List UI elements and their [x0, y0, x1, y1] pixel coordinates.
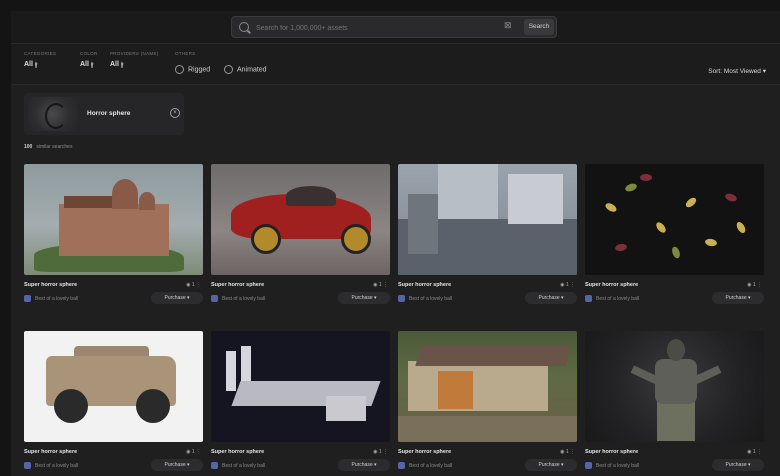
asset-author[interactable]: Best of a lovely ball	[585, 295, 639, 302]
checkbox-icon[interactable]	[224, 65, 233, 74]
filter-providers[interactable]: PROVIDERS (NAME) All ▾	[110, 51, 159, 68]
asset-author[interactable]: Best of a lovely ball	[211, 462, 265, 469]
purchase-button[interactable]: Purchase ▾	[338, 292, 390, 304]
purchase-button[interactable]: Purchase ▾	[151, 292, 203, 304]
clear-icon[interactable]: ⊠	[504, 20, 512, 31]
asset-thumbnail[interactable]	[24, 331, 203, 442]
filter-color[interactable]: COLOR All ▾	[80, 51, 98, 68]
search-bar[interactable]: ⊠ Search	[231, 16, 557, 38]
selected-name: Horror sphere	[87, 110, 131, 117]
similar-searches: 100 similar searches	[24, 144, 72, 150]
asset-title[interactable]: Super horror sphere	[211, 282, 264, 288]
asset-thumbnail[interactable]	[24, 164, 203, 275]
asset-card[interactable]: Super horror sphere ◉ 1 ⋮ Best of a love…	[398, 331, 577, 471]
chevron-down-icon: ▾	[762, 68, 766, 75]
filter-others: OTHERS	[175, 51, 196, 56]
filter-label: OTHERS	[175, 51, 196, 56]
avatar	[211, 295, 218, 302]
asset-title[interactable]: Super horror sphere	[211, 449, 264, 455]
purchase-button[interactable]: Purchase ▾	[525, 292, 577, 304]
checkbox-rigged[interactable]: Rigged	[175, 65, 210, 74]
asset-card[interactable]: Super horror sphere ◉ 1 ⋮ Best of a love…	[211, 164, 390, 304]
checkbox-animated[interactable]: Animated	[224, 65, 267, 74]
asset-thumbnail[interactable]	[398, 164, 577, 275]
avatar	[211, 462, 218, 469]
asset-card[interactable]: Super horror sphere ◉ 1 ⋮ Best of a love…	[585, 164, 764, 304]
asset-title[interactable]: Super horror sphere	[585, 282, 638, 288]
asset-author[interactable]: Best of a lovely ball	[211, 295, 265, 302]
filter-categories[interactable]: CATEGORIES All ▾	[24, 51, 56, 68]
like-count: ◉ 1 ⋮	[373, 282, 388, 288]
filter-label: CATEGORIES	[24, 51, 57, 56]
top-bar: ⊠ Search	[11, 11, 780, 44]
purchase-button[interactable]: Purchase ▾	[151, 459, 203, 471]
purchase-button[interactable]: Purchase ▾	[712, 292, 764, 304]
remove-icon[interactable]: ×	[170, 108, 180, 118]
filter-value[interactable]: All ▾	[24, 61, 56, 68]
asset-thumbnail[interactable]	[585, 331, 764, 442]
search-input[interactable]	[254, 20, 488, 36]
like-count: ◉ 1 ⋮	[186, 449, 201, 455]
asset-author[interactable]: Best of a lovely ball	[24, 295, 78, 302]
filter-value[interactable]: All ▾	[80, 61, 98, 68]
asset-title[interactable]: Super horror sphere	[398, 449, 451, 455]
filter-bar: CATEGORIES All ▾ COLOR All ▾ PROVIDERS (NA…	[11, 44, 780, 85]
filter-label: PROVIDERS (NAME)	[110, 51, 159, 56]
asset-card[interactable]: Super horror sphere ◉ 1 ⋮ Best of a love…	[398, 164, 577, 304]
filter-label: COLOR	[80, 51, 98, 56]
asset-title[interactable]: Super horror sphere	[24, 449, 77, 455]
asset-thumbnail[interactable]	[211, 331, 390, 442]
chevron-down-icon: ▾	[34, 62, 38, 68]
like-count: ◉ 1 ⋮	[747, 282, 762, 288]
purchase-button[interactable]: Purchase ▾	[338, 459, 390, 471]
avatar	[585, 462, 592, 469]
asset-card[interactable]: Super horror sphere ◉ 1 ⋮ Best of a love…	[24, 331, 203, 471]
asset-author[interactable]: Best of a lovely ball	[585, 462, 639, 469]
chevron-down-icon: ▾	[120, 62, 124, 68]
avatar	[24, 295, 31, 302]
asset-card[interactable]: Super horror sphere ◉ 1 ⋮ Best of a love…	[585, 331, 764, 471]
avatar	[398, 462, 405, 469]
selected-asset-chip[interactable]: Horror sphere ×	[24, 93, 184, 135]
similar-count: 100	[24, 144, 33, 150]
sort-dropdown[interactable]: Sort: Most Viewed ▾	[708, 67, 766, 75]
like-count: ◉ 1 ⋮	[186, 282, 201, 288]
search-icon	[239, 22, 249, 32]
avatar	[24, 462, 31, 469]
asset-title[interactable]: Super horror sphere	[585, 449, 638, 455]
asset-card[interactable]: Super horror sphere ◉ 1 ⋮ Best of a love…	[24, 164, 203, 304]
similar-label: similar searches	[36, 144, 73, 150]
like-count: ◉ 1 ⋮	[373, 449, 388, 455]
app-window: ⊠ Search CATEGORIES All▾ COLOR All▾ PROV…	[11, 11, 780, 476]
asset-author[interactable]: Best of a lovely ball	[398, 295, 452, 302]
avatar	[398, 295, 405, 302]
asset-author[interactable]: Best of a lovely ball	[398, 462, 452, 469]
asset-thumbnail[interactable]	[211, 164, 390, 275]
asset-title[interactable]: Super horror sphere	[398, 282, 451, 288]
asset-title[interactable]: Super horror sphere	[24, 282, 77, 288]
avatar	[585, 295, 592, 302]
filter-value[interactable]: All ▾	[110, 61, 159, 68]
like-count: ◉ 1 ⋮	[560, 449, 575, 455]
asset-thumbnail[interactable]	[585, 164, 764, 275]
selected-thumbnail	[28, 97, 78, 131]
purchase-button[interactable]: Purchase ▾	[525, 459, 577, 471]
asset-author[interactable]: Best of a lovely ball	[24, 462, 78, 469]
search-button[interactable]: Search	[524, 19, 554, 35]
asset-card[interactable]: Super horror sphere ◉ 1 ⋮ Best of a love…	[211, 331, 390, 471]
purchase-button[interactable]: Purchase ▾	[712, 459, 764, 471]
like-count: ◉ 1 ⋮	[560, 282, 575, 288]
like-count: ◉ 1 ⋮	[747, 449, 762, 455]
checkbox-icon[interactable]	[175, 65, 184, 74]
asset-thumbnail[interactable]	[398, 331, 577, 442]
chevron-down-icon: ▾	[90, 62, 94, 68]
